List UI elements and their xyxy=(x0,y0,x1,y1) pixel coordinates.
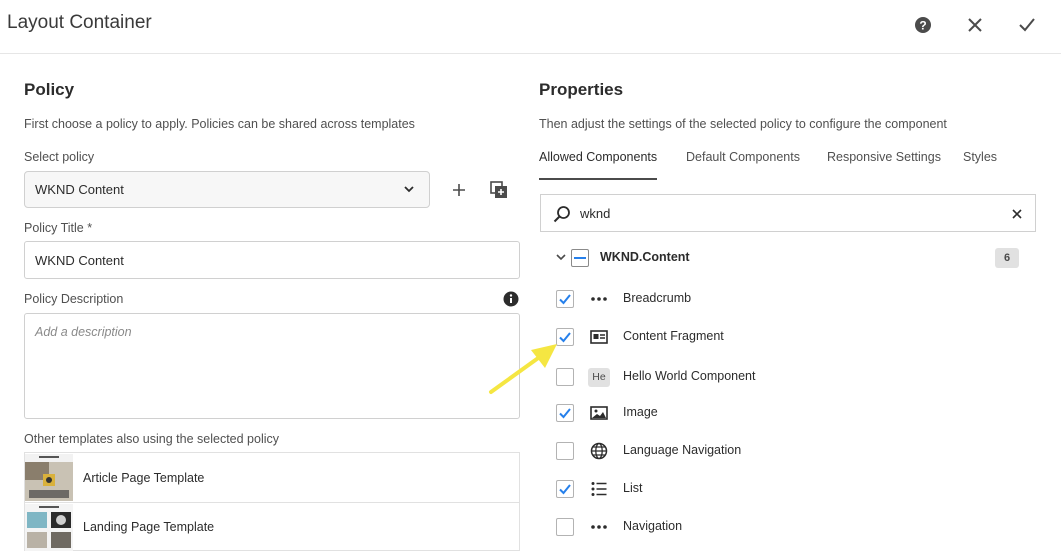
policy-description-placeholder: Add a description xyxy=(35,325,132,339)
help-icon: ? xyxy=(915,17,931,33)
component-name: List xyxy=(623,481,643,495)
policy-title-input[interactable]: WKND Content xyxy=(24,241,520,279)
component-checkbox[interactable] xyxy=(556,328,574,346)
svg-text:?: ? xyxy=(919,19,926,33)
clear-search-button[interactable] xyxy=(1009,206,1025,222)
policy-select[interactable]: WKND Content xyxy=(24,171,430,208)
image-icon xyxy=(588,403,610,423)
component-name: Breadcrumb xyxy=(623,291,692,305)
component-search-field[interactable]: wknd xyxy=(540,194,1036,232)
list-item: Content Fragment xyxy=(556,325,1016,349)
chevron-down-icon[interactable] xyxy=(555,251,567,263)
list-item: Image xyxy=(556,401,1016,425)
component-checkbox[interactable] xyxy=(556,290,574,308)
search-input-value: wknd xyxy=(580,206,611,221)
close-icon xyxy=(968,18,982,32)
policy-description-text: First choose a policy to apply. Policies… xyxy=(24,117,415,131)
template-name: Landing Page Template xyxy=(83,520,215,534)
properties-heading: Properties xyxy=(539,80,624,99)
properties-description-text: Then adjust the settings of the selected… xyxy=(539,117,947,131)
policy-select-value: WKND Content xyxy=(35,182,124,197)
duplicate-icon xyxy=(490,181,507,198)
component-checkbox[interactable] xyxy=(556,442,574,460)
close-button[interactable] xyxy=(964,14,986,36)
tab-allowed-components[interactable]: Allowed Components xyxy=(539,150,658,180)
list-item: Navigation xyxy=(556,515,1016,539)
template-thumbnail xyxy=(25,503,73,551)
info-icon xyxy=(503,291,519,307)
component-name: Navigation xyxy=(623,519,683,533)
group-checkbox[interactable] xyxy=(571,249,589,267)
component-name: Language Navigation xyxy=(623,443,742,457)
checkmark-icon xyxy=(1019,18,1035,32)
policy-title-label: Policy Title * xyxy=(24,221,93,235)
component-checkbox[interactable] xyxy=(556,480,574,498)
templates-list: Article Page Template Landing Page Templ… xyxy=(24,452,520,551)
add-policy-button[interactable] xyxy=(448,179,470,201)
group-count-badge: 6 xyxy=(995,248,1019,268)
tab-default-components[interactable]: Default Components xyxy=(686,150,800,180)
policy-heading: Policy xyxy=(24,80,75,99)
add-icon xyxy=(453,184,465,196)
list-item: Breadcrumb xyxy=(556,287,1016,311)
list-item: He Hello World Component xyxy=(556,365,1016,389)
dialog-header: Layout Container ? xyxy=(0,0,1061,54)
component-checkbox[interactable] xyxy=(556,518,574,536)
component-name: Content Fragment xyxy=(623,329,724,343)
list-item: Language Navigation xyxy=(556,439,1016,463)
tab-responsive-settings[interactable]: Responsive Settings xyxy=(827,150,941,180)
search-icon xyxy=(553,206,570,223)
component-name: Hello World Component xyxy=(623,369,756,383)
close-icon xyxy=(1012,209,1022,219)
template-thumbnail xyxy=(25,454,73,501)
component-abbreviation: He xyxy=(588,367,610,387)
component-group: WKND.Content 6 xyxy=(555,246,1025,270)
more-icon xyxy=(588,517,610,537)
component-name: Image xyxy=(623,405,658,419)
select-policy-label: Select policy xyxy=(24,150,95,164)
list-icon xyxy=(588,479,610,499)
component-checkbox[interactable] xyxy=(556,404,574,422)
tab-styles[interactable]: Styles xyxy=(963,150,997,180)
list-item: List xyxy=(556,477,1016,501)
more-icon xyxy=(588,289,610,309)
globe-icon xyxy=(588,441,610,461)
duplicate-policy-button[interactable] xyxy=(488,179,510,201)
chevron-down-icon xyxy=(404,186,414,193)
confirm-button[interactable] xyxy=(1016,14,1038,36)
policy-description-label: Policy Description xyxy=(24,292,124,306)
component-checkbox[interactable] xyxy=(556,368,574,386)
template-name: Article Page Template xyxy=(83,470,205,485)
template-row[interactable]: Article Page Template xyxy=(25,453,519,502)
content-fragment-icon xyxy=(588,327,610,347)
abbreviation-badge: He xyxy=(588,367,610,387)
policy-title-value: WKND Content xyxy=(35,252,124,268)
dialog-title: Layout Container xyxy=(7,12,152,33)
template-row[interactable]: Landing Page Template xyxy=(25,502,519,551)
group-name: WKND.Content xyxy=(600,250,690,264)
policy-description-textarea[interactable]: Add a description xyxy=(24,313,520,419)
info-button[interactable] xyxy=(500,288,522,310)
templates-label: Other templates also using the selected … xyxy=(24,432,279,446)
help-button[interactable]: ? xyxy=(912,14,934,36)
